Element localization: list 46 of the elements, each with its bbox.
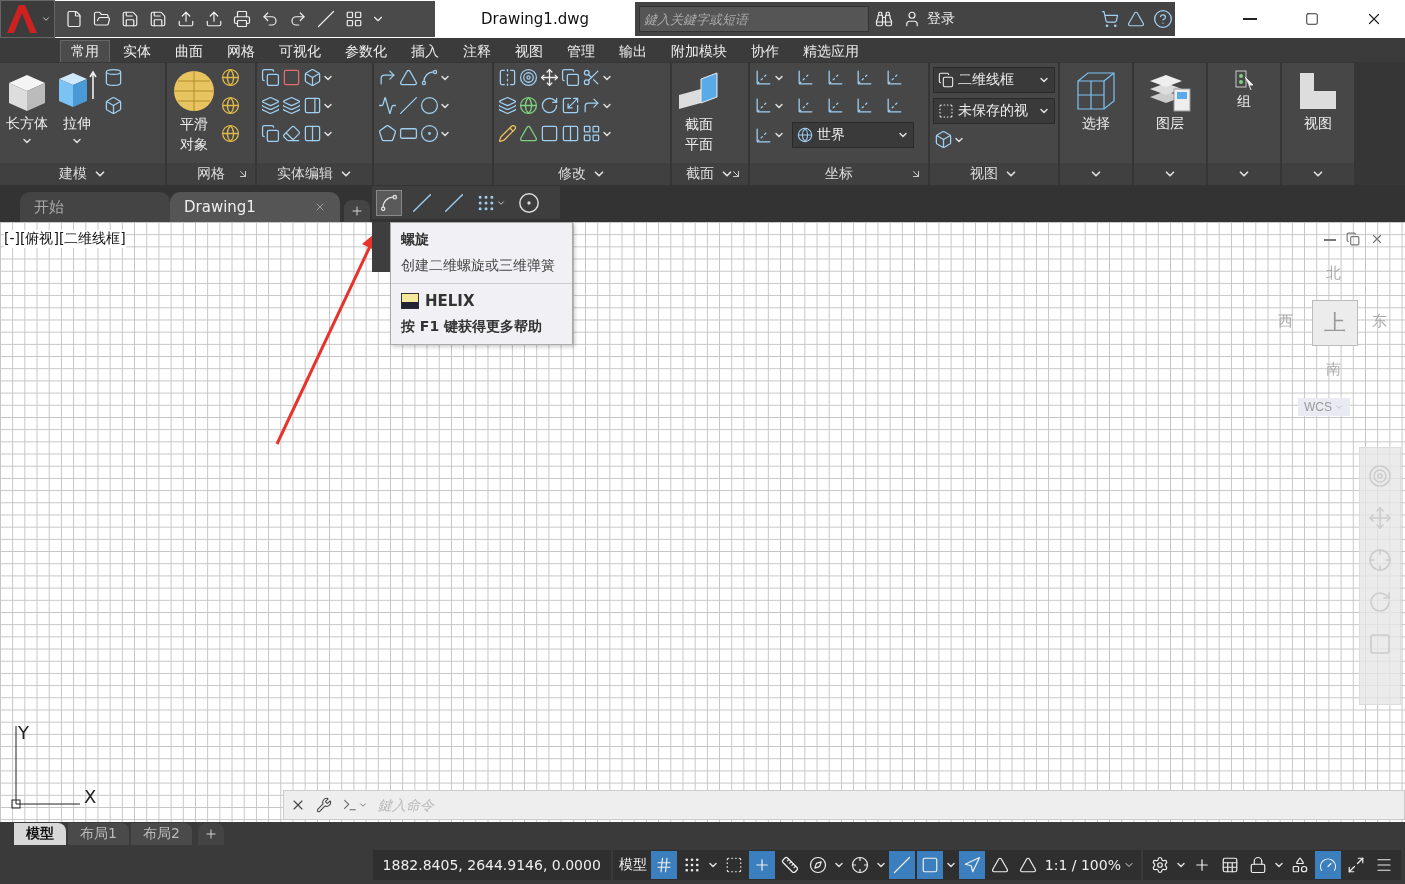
panel-title: 修改 bbox=[558, 165, 586, 183]
layout-tab[interactable]: 布局2 bbox=[130, 823, 192, 845]
layout-tab[interactable]: 模型 bbox=[14, 823, 66, 845]
annotation-scale-button[interactable]: 1:1 / 100% bbox=[1042, 857, 1137, 873]
ribbon-tab[interactable]: 协作 bbox=[740, 40, 790, 62]
ribbon-tab[interactable]: 常用 bbox=[60, 40, 110, 62]
document-tab[interactable]: 开始 bbox=[20, 192, 170, 222]
tooltip-title: 螺旋 bbox=[401, 231, 430, 249]
ribbon-tab[interactable]: 插入 bbox=[400, 40, 450, 62]
section-plane-button[interactable]: 截面平面 bbox=[675, 67, 723, 157]
help-hint: 按 F1 键获得更多帮助 bbox=[401, 318, 544, 336]
tooltip-description: 创建二维螺旋或三维弹簧 bbox=[401, 257, 556, 275]
sign-in-button[interactable]: 登录 bbox=[899, 10, 959, 28]
layout-tab[interactable]: 布局1 bbox=[68, 823, 129, 845]
command-name: HELIX bbox=[425, 292, 475, 310]
ucs-dropdown[interactable]: 世界 bbox=[792, 122, 914, 148]
window-title: Drawing1.dwg bbox=[480, 10, 590, 28]
panel-title: 实体编辑 bbox=[276, 165, 333, 183]
ribbon-tab[interactable]: 附加模块 bbox=[660, 40, 738, 62]
smooth-object-button[interactable]: 平滑对象 bbox=[170, 67, 218, 157]
ribbon-tab[interactable]: 视图 bbox=[504, 40, 554, 62]
panel-title: 截面 bbox=[686, 165, 714, 183]
model-space-button[interactable]: 模型 bbox=[616, 856, 649, 874]
group-button[interactable]: 组 bbox=[1231, 67, 1257, 113]
ribbon-tab[interactable]: 注释 bbox=[452, 40, 502, 62]
panel-title: 网格 bbox=[197, 165, 225, 183]
named-view-dropdown[interactable]: 未保存的视 bbox=[933, 98, 1055, 124]
panel-title: 坐标 bbox=[825, 165, 853, 183]
ribbon-tab[interactable]: 输出 bbox=[608, 40, 658, 62]
ribbon-tab[interactable]: 网格 bbox=[216, 40, 266, 62]
ribbon-tab[interactable]: 曲面 bbox=[164, 40, 214, 62]
ribbon-tab[interactable]: 精选应用 bbox=[792, 40, 870, 62]
ribbon-tab[interactable]: 实体 bbox=[112, 40, 162, 62]
visual-style-dropdown[interactable]: 二维线框 bbox=[933, 67, 1055, 93]
box-button[interactable]: 长方体 bbox=[3, 67, 51, 149]
ribbon-tab[interactable]: 参数化 bbox=[334, 40, 398, 62]
document-tab[interactable]: Drawing1 bbox=[170, 192, 340, 222]
panel-title: 视图 bbox=[970, 165, 998, 183]
panel-title: 建模 bbox=[58, 165, 87, 183]
extrude-button[interactable]: 拉伸 bbox=[53, 67, 101, 149]
ribbon-tab[interactable]: 可视化 bbox=[268, 40, 332, 62]
y-axis-label: Y bbox=[18, 722, 29, 743]
viewport-label[interactable]: [-][俯视][二维线框] bbox=[4, 230, 126, 248]
search-field[interactable]: 鍵入关鍵字或短语 bbox=[639, 6, 869, 32]
ribbon-tab[interactable]: 管理 bbox=[556, 40, 606, 62]
x-axis-label: X bbox=[84, 786, 97, 807]
